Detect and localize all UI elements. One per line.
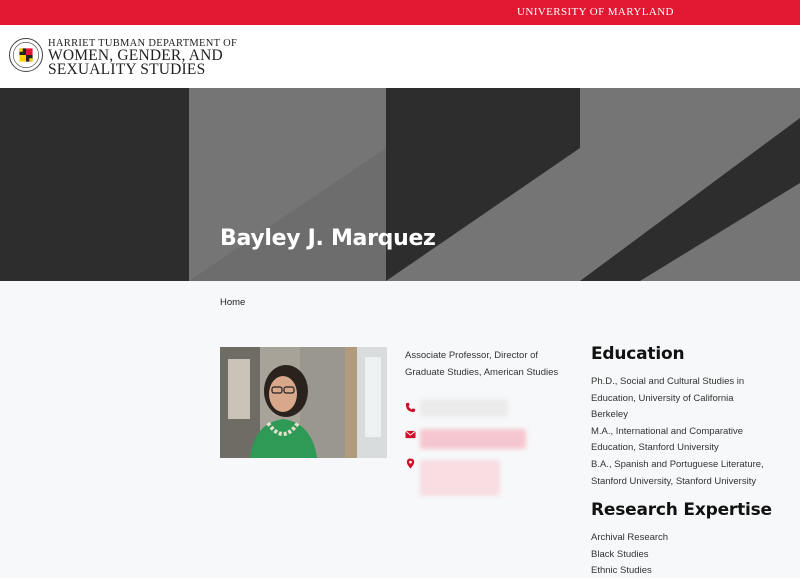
education-line: Berkeley	[591, 409, 628, 421]
map-marker-icon	[406, 458, 415, 469]
education-heading: Education	[591, 344, 685, 364]
hero-pattern	[0, 88, 800, 281]
department-wordmark[interactable]: HARRIET TUBMAN DEPARTMENT OF WOMEN, GEND…	[48, 38, 237, 77]
sidebar: Education Ph.D., Social and Cultural Stu…	[591, 344, 796, 578]
profile-name: Bayley J. Marquez	[220, 226, 436, 251]
education-line: Ph.D., Social and Cultural Studies in	[591, 376, 745, 387]
dept-line-3: SEXUALITY STUDIES	[48, 61, 206, 78]
university-link[interactable]: UNIVERSITY OF MARYLAND	[517, 6, 674, 18]
education-line: M.A., International and Comparative	[591, 425, 744, 437]
phone-icon	[405, 402, 416, 413]
site-header: HARRIET TUBMAN DEPARTMENT OF WOMEN, GEND…	[0, 25, 800, 88]
research-heading: Research Expertise	[591, 500, 772, 521]
breadcrumb-home[interactable]: Home	[220, 297, 245, 308]
phone-link[interactable]	[420, 399, 508, 417]
envelope-icon	[405, 430, 416, 439]
address-link[interactable]	[420, 460, 500, 496]
profile-photo	[220, 347, 387, 458]
research-list: Archival Research Black Studies Ethnic S…	[591, 530, 796, 578]
education-list: Ph.D., Social and Cultural Studies in Ed…	[591, 374, 796, 490]
hero-banner: Bayley J. Marquez	[0, 88, 800, 281]
email-link[interactable]	[420, 429, 526, 449]
education-line: Education, Stanford University	[591, 442, 719, 454]
education-line: Education, University of California	[591, 392, 734, 404]
research-item[interactable]: Black Studies	[591, 547, 796, 564]
education-line: Stanford University, Stanford University	[591, 475, 757, 487]
profile-title: Associate Professor, Director of Graduat…	[405, 350, 559, 378]
utility-bar: UNIVERSITY OF MARYLAND	[0, 0, 800, 25]
contact-info: Associate Professor, Director of Graduat…	[405, 347, 580, 496]
education-line: B.A., Spanish and Portuguese Literature,	[591, 458, 764, 470]
research-item[interactable]: Archival Research	[591, 530, 796, 547]
research-item[interactable]: Ethnic Studies	[591, 563, 796, 578]
umd-seal-icon[interactable]	[9, 38, 43, 72]
